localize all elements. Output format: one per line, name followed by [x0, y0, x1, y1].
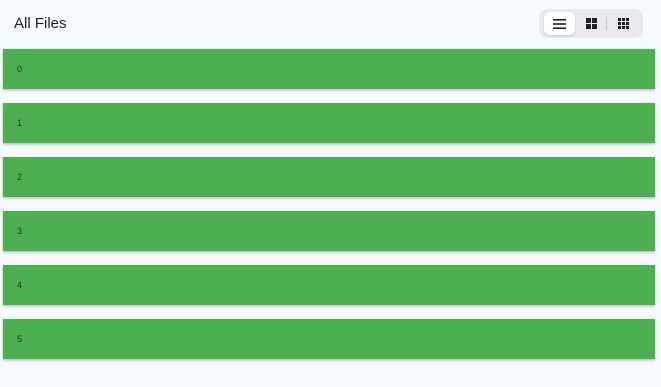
file-item[interactable]: 4	[3, 265, 655, 305]
list-view-button[interactable]	[544, 12, 575, 35]
compact-grid-view-icon	[618, 18, 629, 29]
switcher-divider	[606, 17, 607, 30]
file-item[interactable]: 0	[3, 49, 655, 89]
file-item-label: 4	[17, 280, 23, 290]
file-item[interactable]: 3	[3, 211, 655, 251]
file-item[interactable]: 2	[3, 157, 655, 197]
file-item[interactable]: 1	[3, 103, 655, 143]
file-item-label: 5	[17, 334, 23, 344]
compact-grid-view-button[interactable]	[608, 12, 639, 35]
grid-view-icon	[586, 18, 597, 29]
file-item-label: 1	[17, 118, 23, 128]
list-view-icon	[553, 18, 566, 29]
grid-view-button[interactable]	[576, 12, 607, 35]
file-item-label: 3	[17, 226, 23, 236]
header-bar: All Files	[0, 0, 661, 48]
file-item-label: 0	[17, 64, 23, 74]
file-item-label: 2	[17, 172, 23, 182]
file-item[interactable]: 5	[3, 319, 655, 359]
view-mode-switcher	[539, 9, 643, 38]
file-list: 0 1 2 3 4 5	[3, 49, 655, 373]
page-title: All Files	[14, 15, 67, 32]
